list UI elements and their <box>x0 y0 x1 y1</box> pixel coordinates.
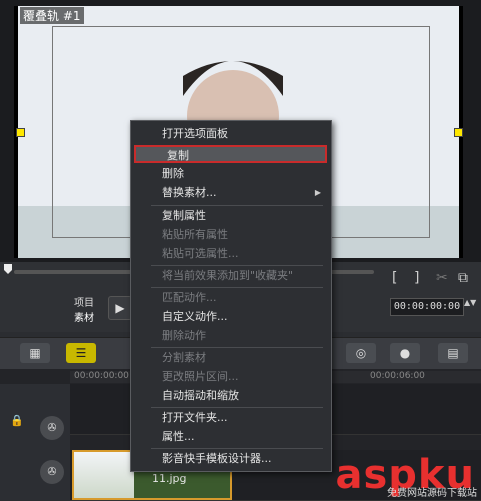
cut-icon[interactable]: ✂ <box>436 270 448 286</box>
menu-item-change-photo-duration: 更改照片区间... <box>131 368 331 386</box>
ruler-tick-6s: 00:00:06:00 <box>370 371 425 381</box>
project-label[interactable]: 项目 <box>74 294 94 309</box>
menu-item-add-to-favorites: 将当前效果添加到"收藏夹" <box>131 267 331 285</box>
menu-label: 删除 <box>162 167 184 180</box>
menu-label: 粘贴可选属性... <box>162 247 239 260</box>
menu-label: 复制 <box>167 149 189 162</box>
menu-item-copy-attributes[interactable]: 复制属性 <box>131 207 331 225</box>
lock-icon[interactable]: 🔒 <box>10 414 24 427</box>
menu-item-open-folder[interactable]: 打开文件夹... <box>131 409 331 427</box>
timecode-field[interactable]: 00:00:00:00 <box>390 298 464 316</box>
track-header <box>0 384 70 500</box>
ruler-tick-start: 00:00:00:00 <box>74 371 129 381</box>
menu-label: 打开文件夹... <box>162 411 228 424</box>
menu-item-replace-clip[interactable]: 替换素材... ▶ <box>131 184 331 202</box>
watermark-subtitle: 免费网站源码下载站 <box>387 488 477 499</box>
overlay-icon: ● <box>399 346 411 360</box>
menu-item-open-options-panel[interactable]: 打开选项面板 <box>131 125 331 143</box>
menu-label: 影音快手模板设计器... <box>162 452 272 465</box>
menu-item-match-motion: 匹配动作... <box>131 289 331 307</box>
motion-button[interactable]: ◎ <box>346 343 376 363</box>
motion-icon: ◎ <box>355 346 367 360</box>
submenu-arrow-icon: ▶ <box>314 188 321 197</box>
context-menu: 打开选项面板 复制 删除 替换素材... ▶ 复制属性 粘贴所有属性 粘贴可选属性… <box>130 120 332 472</box>
menu-label: 替换素材... <box>162 186 217 199</box>
menu-separator <box>151 448 323 449</box>
overlay-track-icon[interactable]: ✇ <box>40 460 64 484</box>
menu-separator <box>151 347 323 348</box>
video-track-icon[interactable]: ✇ <box>40 416 64 440</box>
resize-handle-right[interactable] <box>454 128 463 137</box>
film-storyboard-icon: ▦ <box>29 346 41 360</box>
menu-item-remove-motion: 删除动作 <box>131 327 331 345</box>
menu-label: 复制属性 <box>162 209 206 222</box>
menu-separator <box>151 287 323 288</box>
menu-label: 删除动作 <box>162 329 206 342</box>
resize-handle-left[interactable] <box>16 128 25 137</box>
menu-item-delete[interactable]: 删除 <box>131 165 331 183</box>
storyboard-view-button[interactable]: ▦ <box>20 343 50 363</box>
overlay-track-label: 覆叠轨 #1 <box>20 7 84 24</box>
clip-label[interactable]: 素材 <box>74 309 94 324</box>
overlay-button[interactable]: ● <box>390 343 420 363</box>
timeline-view-icon: ☰ <box>75 346 87 360</box>
play-icon: ▶ <box>115 301 125 315</box>
menu-item-paste-selected-attributes: 粘贴可选属性... <box>131 245 331 263</box>
play-button[interactable]: ▶ <box>108 296 132 320</box>
menu-label: 分割素材 <box>162 351 206 364</box>
title-button[interactable]: ▤ <box>438 343 468 363</box>
menu-separator <box>151 265 323 266</box>
menu-item-split-clip: 分割素材 <box>131 349 331 367</box>
menu-separator <box>151 407 323 408</box>
menu-label: 自定义动作... <box>162 310 228 323</box>
menu-label: 将当前效果添加到"收藏夹" <box>162 269 294 282</box>
mark-in-icon[interactable]: [ <box>392 270 397 286</box>
title-icon: ▤ <box>447 346 459 360</box>
menu-item-properties[interactable]: 属性... <box>131 428 331 446</box>
menu-item-template-designer[interactable]: 影音快手模板设计器... <box>131 450 331 468</box>
menu-item-paste-all-attributes: 粘贴所有属性 <box>131 226 331 244</box>
clip-filename: 11.jpg <box>152 472 187 485</box>
timecode-stepper-icon[interactable]: ▲▼ <box>464 298 476 307</box>
menu-label: 匹配动作... <box>162 291 217 304</box>
menu-item-custom-motion[interactable]: 自定义动作... <box>131 308 331 326</box>
menu-separator <box>151 205 323 206</box>
menu-label: 打开选项面板 <box>162 127 228 140</box>
menu-item-copy[interactable]: 复制 <box>134 145 327 163</box>
menu-label: 更改照片区间... <box>162 370 239 383</box>
clip-thumbnail <box>74 452 134 498</box>
menu-label: 粘贴所有属性 <box>162 228 228 241</box>
timeline-view-button[interactable]: ☰ <box>66 343 96 363</box>
menu-item-auto-pan-zoom[interactable]: 自动摇动和缩放 <box>131 387 331 405</box>
copy-frame-icon[interactable]: ⧉ <box>458 270 468 286</box>
mark-out-icon[interactable]: ] <box>414 270 419 286</box>
menu-label: 属性... <box>162 430 195 443</box>
menu-label: 自动摇动和缩放 <box>162 389 239 402</box>
